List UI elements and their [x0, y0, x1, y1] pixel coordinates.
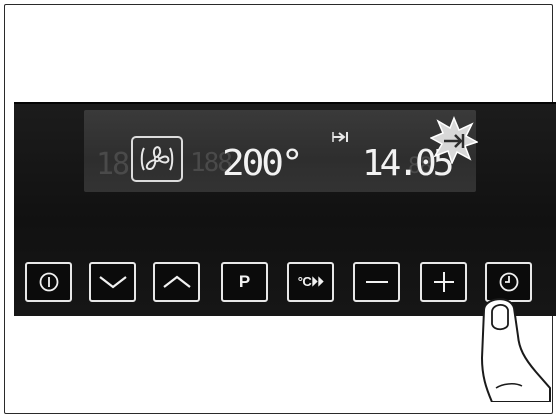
rapid-heat-button-label: °C⏵⏵ — [297, 274, 324, 289]
power-button[interactable] — [25, 262, 72, 302]
program-button-label: P — [238, 272, 251, 291]
minus-icon — [365, 279, 389, 285]
power-icon — [38, 271, 60, 293]
down-button[interactable] — [89, 262, 136, 302]
rapid-heat-button[interactable]: °C⏵⏵ — [287, 262, 334, 302]
fan-icon — [131, 136, 183, 182]
end-time-arrow-icon — [332, 131, 352, 147]
temperature-readout: 200° — [222, 143, 304, 184]
inactive-segments-left: 18 — [96, 147, 130, 182]
chevron-up-icon — [162, 274, 192, 290]
clock-icon — [498, 271, 520, 293]
pressing-finger-illustration — [462, 292, 552, 403]
plus-button[interactable] — [420, 262, 467, 302]
minus-button[interactable] — [353, 262, 400, 302]
up-button[interactable] — [153, 262, 200, 302]
plus-icon — [433, 271, 455, 293]
chevron-down-icon — [98, 274, 128, 290]
program-button[interactable]: P — [221, 262, 268, 302]
flashing-arrow-burst-icon — [429, 116, 479, 166]
